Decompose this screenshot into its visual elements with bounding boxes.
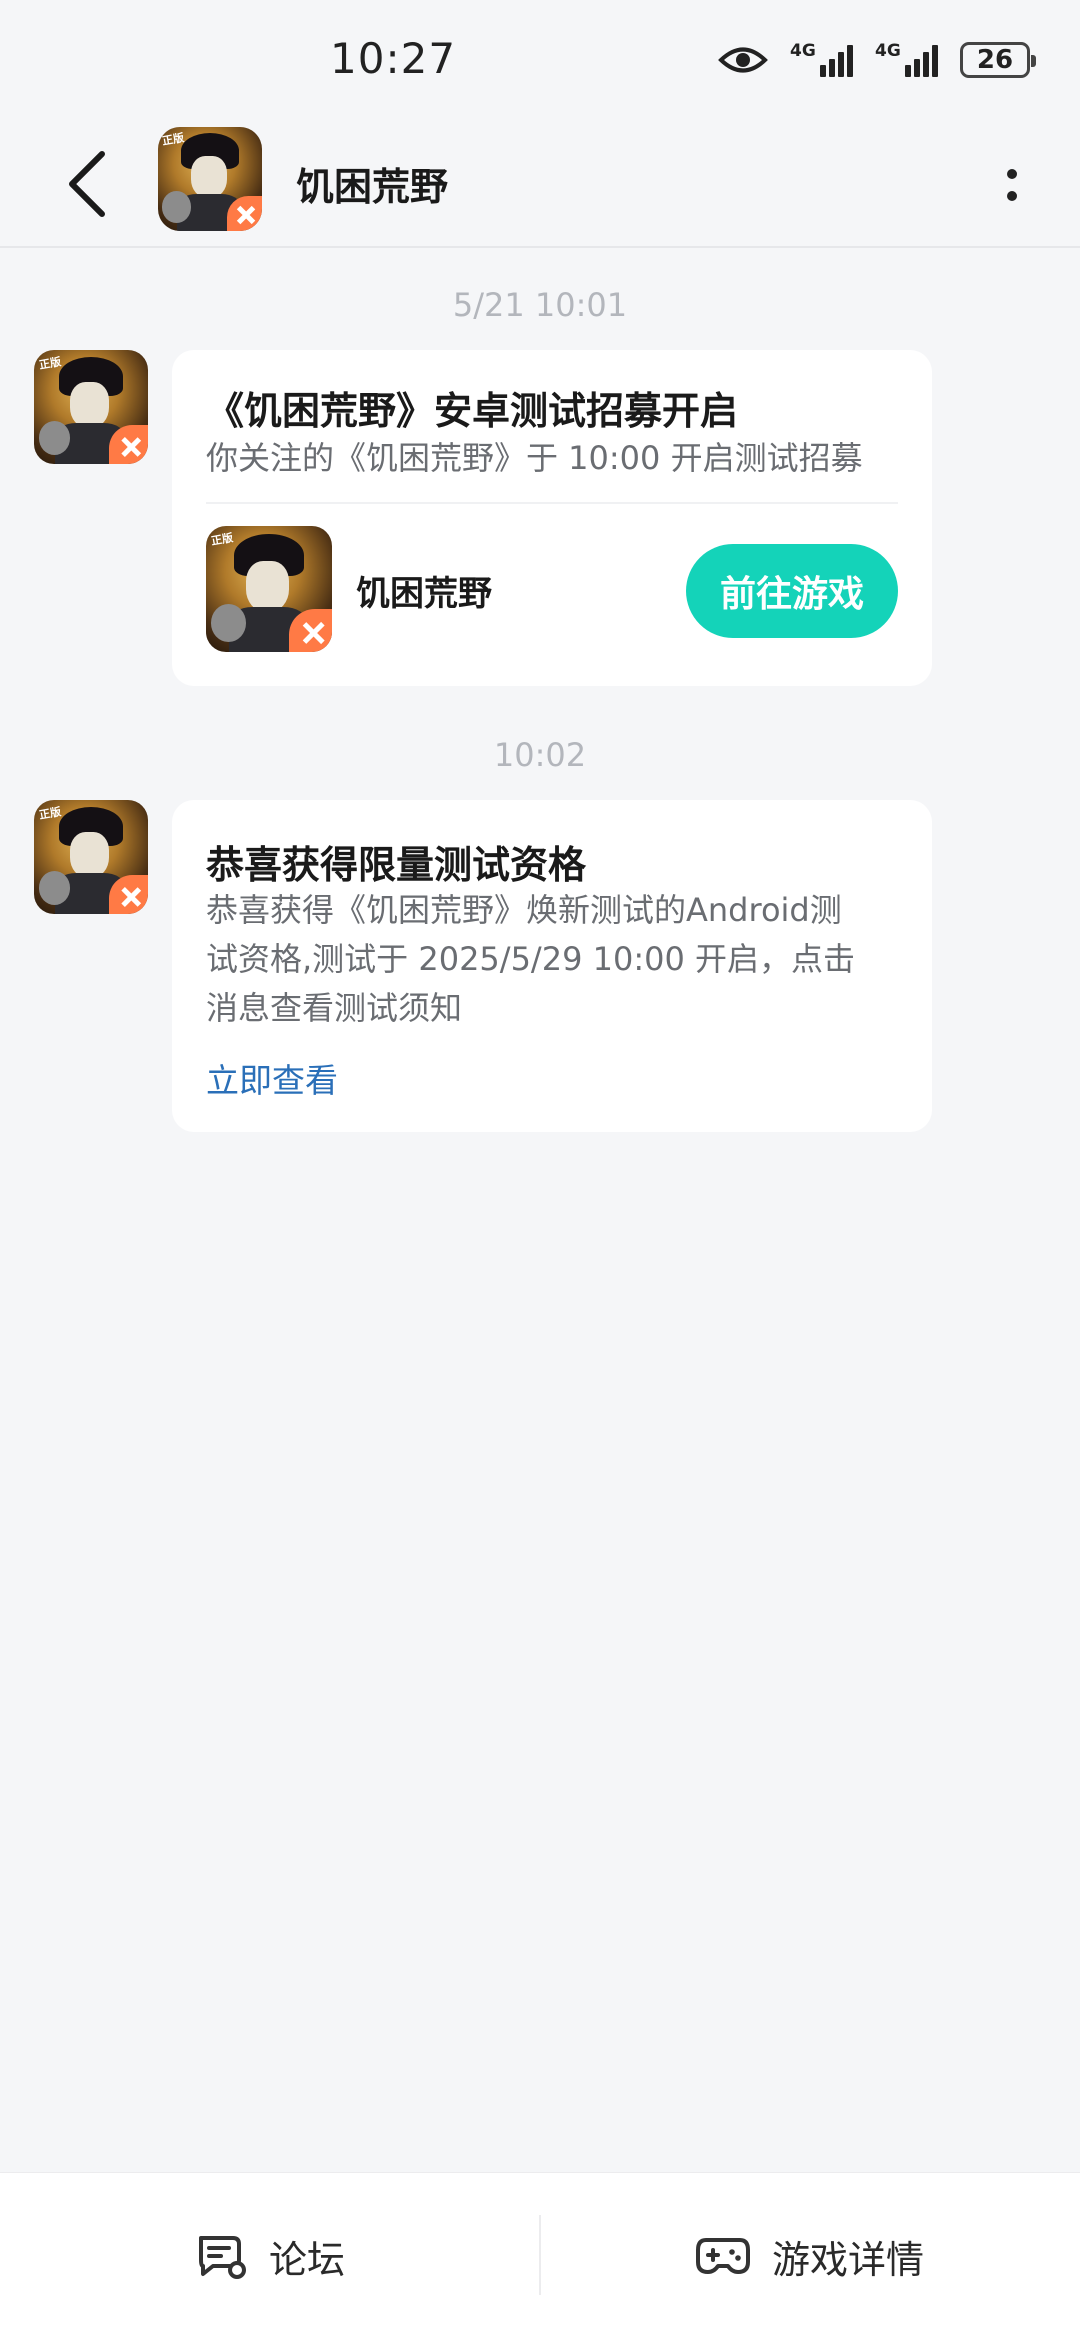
- message-title: 《饥困荒野》安卓测试招募开启: [206, 389, 739, 433]
- signal-icon-2: 4G: [875, 41, 938, 77]
- message-timestamp: 10:02: [493, 736, 587, 774]
- message-text: 你关注的《饥困荒野》于 10:00 开启测试招募: [206, 439, 863, 477]
- message-timestamp: 5/21 10:01: [452, 286, 628, 324]
- more-vertical-icon: [1007, 169, 1017, 179]
- forum-label: 论坛: [268, 2237, 345, 2282]
- message-body: 恭喜获得《饥困荒野》焕新测试的Android测 试资格,测试于 2025/5/2…: [206, 886, 855, 1033]
- sender-avatar[interactable]: 正版: [34, 350, 148, 464]
- network-label-2: 4G: [875, 41, 901, 61]
- message-text-line: 恭喜获得《饥困荒野》焕新测试的Android测: [206, 891, 842, 929]
- battery-level: 26: [976, 45, 1014, 75]
- game-row: 正版 饥困荒野 前往游戏: [206, 526, 898, 656]
- view-now-link[interactable]: 立即查看: [206, 1054, 338, 1102]
- message-text-line: 试资格,测试于 2025/5/29 10:00 开启，点击: [206, 940, 855, 978]
- message-card[interactable]: 《饥困荒野》安卓测试招募开启 你关注的《饥困荒野》于 10:00 开启测试招募 …: [172, 350, 932, 686]
- header: 正版 饥困荒野: [0, 120, 1080, 248]
- network-label-1: 4G: [790, 41, 816, 61]
- status-bar: 10:27 4G 4G 26: [0, 0, 1080, 120]
- game-avatar[interactable]: 正版: [158, 127, 262, 231]
- bottom-bar: 论坛 游戏详情: [0, 2172, 1080, 2338]
- chevron-left-icon: [69, 151, 105, 217]
- message-text-line: 消息查看测试须知: [206, 989, 463, 1027]
- message-title: 恭喜获得限量测试资格: [206, 843, 587, 887]
- game-detail-label: 游戏详情: [771, 2237, 924, 2282]
- message-card[interactable]: 恭喜获得限量测试资格 恭喜获得《饥困荒野》焕新测试的Android测 试资格,测…: [172, 800, 932, 1132]
- eye-icon: [718, 47, 768, 73]
- back-button[interactable]: [50, 144, 122, 224]
- more-button[interactable]: [982, 150, 1042, 220]
- status-icons: 4G 4G 26: [718, 38, 1036, 82]
- signal-icon-1: 4G: [790, 41, 853, 77]
- game-icon[interactable]: 正版: [206, 526, 332, 652]
- go-to-game-button[interactable]: 前往游戏: [686, 544, 898, 638]
- game-name: 饥困荒野: [356, 574, 492, 614]
- page: 10:27 4G 4G 26 正版 饥困荒野 5/21 10:01 正版 《饥困…: [0, 0, 1080, 2338]
- page-title: 饥困荒野: [296, 165, 449, 209]
- forum-button[interactable]: 论坛: [0, 2173, 540, 2338]
- battery-icon: 26: [960, 42, 1036, 78]
- status-time: 10:27: [330, 34, 457, 83]
- game-detail-button[interactable]: 游戏详情: [540, 2173, 1080, 2338]
- forum-icon: [198, 2236, 246, 2279]
- sender-avatar[interactable]: 正版: [34, 800, 148, 914]
- gamepad-icon: [695, 2238, 750, 2274]
- divider: [206, 502, 898, 504]
